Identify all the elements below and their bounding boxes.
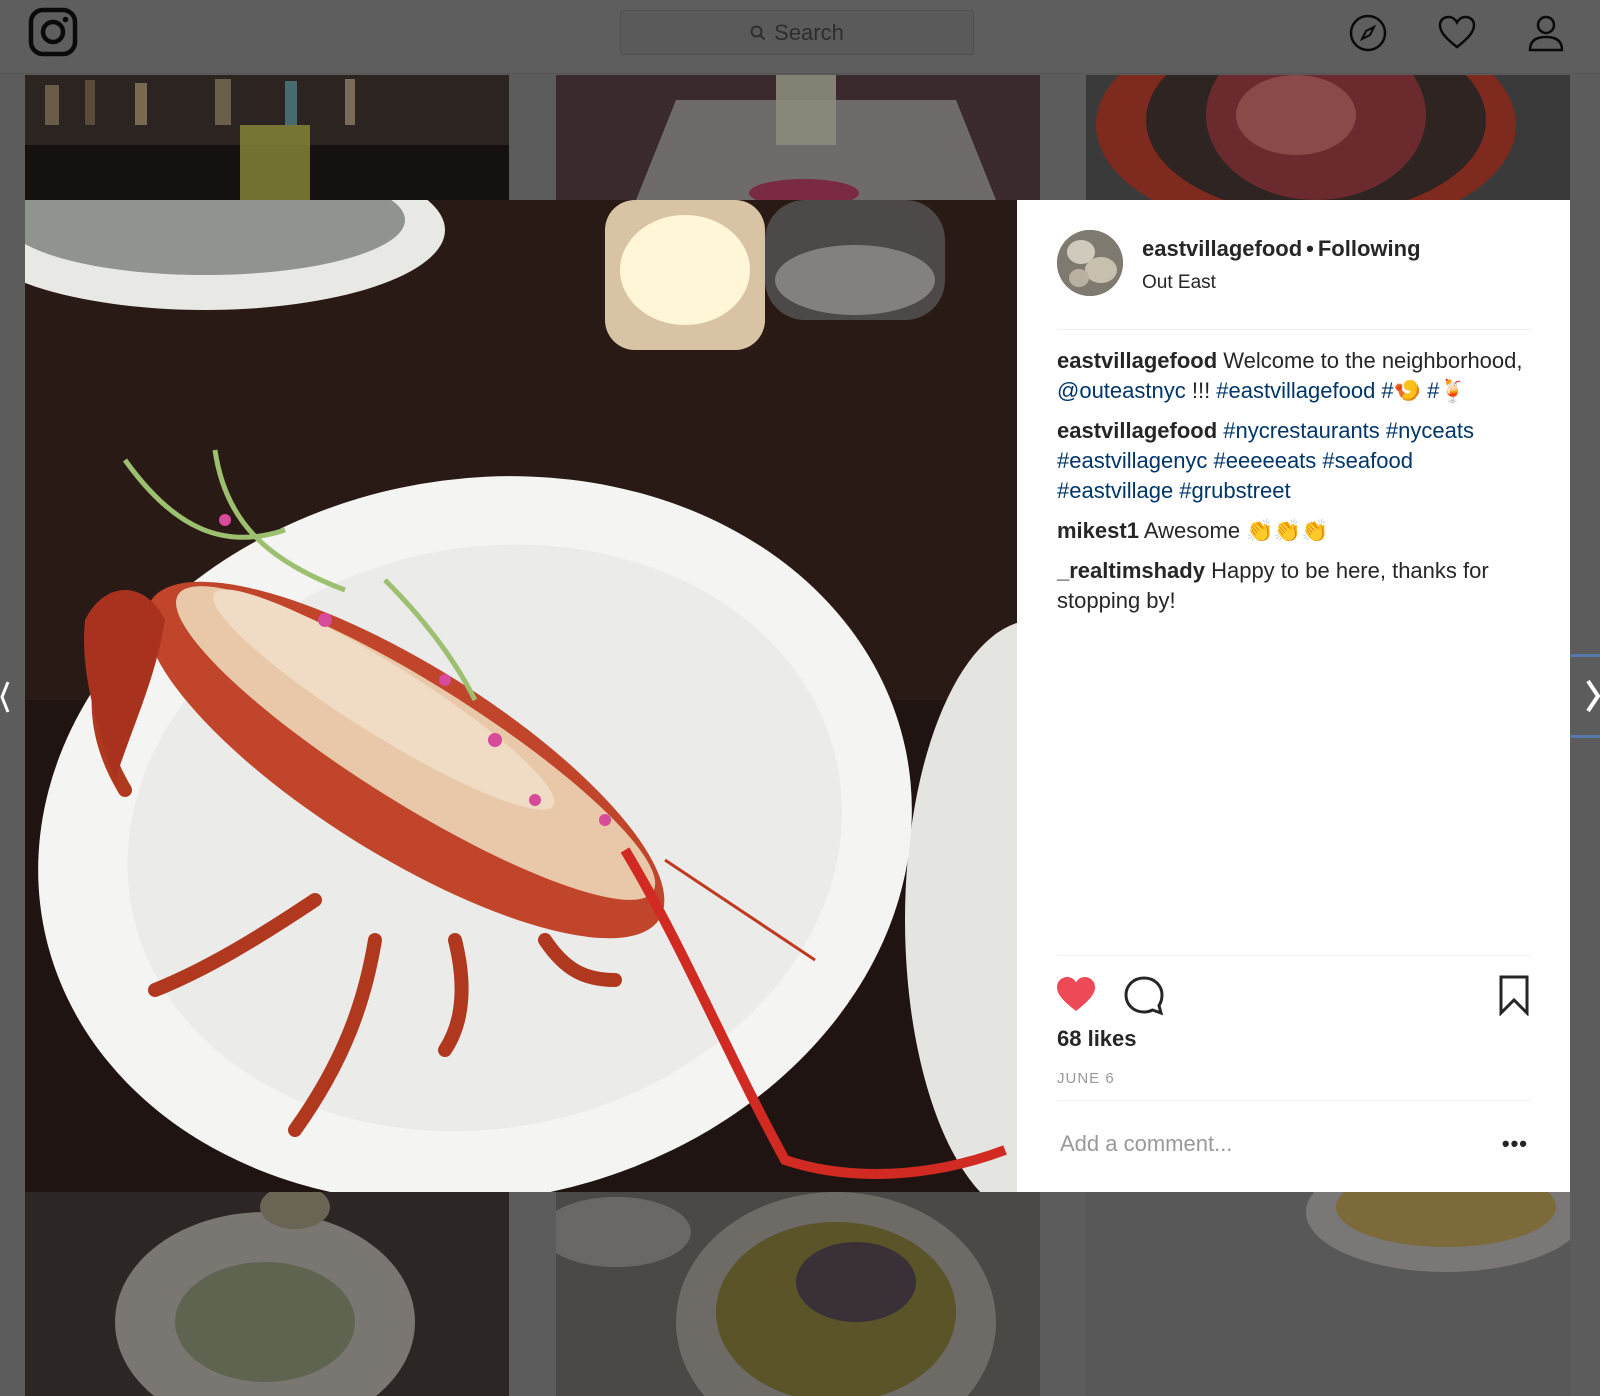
lobster-dish-photo: [25, 200, 1017, 1192]
post-author-username[interactable]: eastvillagefood: [1142, 236, 1302, 261]
magnifier-icon: [750, 25, 766, 40]
add-comment-section: •••: [1057, 1100, 1530, 1192]
header-username-line: eastvillagefood • Following: [1142, 236, 1421, 262]
add-comment-input[interactable]: [1060, 1131, 1460, 1157]
search-placeholder: Search: [774, 19, 844, 45]
comment-username[interactable]: eastvillagefood: [1057, 418, 1217, 443]
bookmark-icon[interactable]: [1493, 974, 1535, 1016]
comment-username[interactable]: _realtimshady: [1057, 558, 1205, 583]
post-date[interactable]: JUNE 6: [1057, 1070, 1115, 1087]
comment-item: mikest1 Awesome 👏👏👏: [1057, 516, 1532, 546]
grid-thumbnail-dessert[interactable]: [1086, 1192, 1570, 1396]
comment-text: !!!: [1185, 378, 1217, 403]
post-photo[interactable]: [25, 200, 1017, 1192]
person-icon[interactable]: [1525, 12, 1567, 54]
comments-list: eastvillagefood Welcome to the neighborh…: [1057, 346, 1532, 626]
previous-arrow-icon[interactable]: [0, 672, 10, 722]
grid-thumbnail-pasta[interactable]: [25, 1192, 509, 1396]
comment-link[interactable]: #eastvillagefood: [1216, 378, 1375, 403]
post-header: eastvillagefood • Following Out East: [1057, 230, 1530, 330]
search-input[interactable]: Search: [620, 10, 974, 55]
speech-bubble-icon[interactable]: [1123, 974, 1165, 1016]
grid-thumbnail-steak[interactable]: [1086, 75, 1570, 200]
comment-link[interactable]: @outeastnyc: [1057, 378, 1186, 403]
top-navigation-bar: Search: [0, 0, 1600, 74]
separator-dot: •: [1306, 236, 1314, 261]
grid-thumbnail-wine[interactable]: [556, 75, 1040, 200]
steak-photo: [1096, 75, 1516, 200]
avatar[interactable]: [1057, 230, 1123, 296]
heart-icon[interactable]: [1436, 12, 1478, 54]
comment-item: _realtimshady Happy to be here, thanks f…: [1057, 556, 1532, 616]
compass-icon[interactable]: [1347, 12, 1389, 54]
avatar-image: [1057, 230, 1123, 296]
instagram-logo-icon[interactable]: [28, 7, 78, 57]
comment-text: Welcome to the neighborhood,: [1217, 348, 1523, 373]
salad-photo: [556, 1192, 996, 1396]
dessert-photo: [1306, 1192, 1570, 1272]
heart-filled-icon[interactable]: [1055, 974, 1097, 1016]
bar-photo: [25, 75, 509, 200]
next-arrow-icon[interactable]: [1570, 654, 1600, 738]
comment-username[interactable]: mikest1: [1057, 518, 1139, 543]
grid-thumbnail-bar[interactable]: [25, 75, 509, 200]
following-button[interactable]: Following: [1318, 236, 1421, 261]
more-options-button[interactable]: •••: [1502, 1131, 1528, 1157]
pasta-photo: [25, 1192, 509, 1396]
likes-count[interactable]: 68 likes: [1057, 1026, 1137, 1052]
post-sidebar: eastvillagefood • Following Out East eastv…: [1017, 200, 1570, 1192]
post-location[interactable]: Out East: [1142, 272, 1216, 294]
wine-photo: [636, 75, 996, 200]
post-actions: 68 likes JUNE 6: [1057, 955, 1530, 1095]
grid-thumbnail-salad[interactable]: [556, 1192, 1040, 1396]
comment-username[interactable]: eastvillagefood: [1057, 348, 1217, 373]
comment-text: Awesome 👏👏👏: [1138, 518, 1329, 543]
comment-item: eastvillagefood Welcome to the neighborh…: [1057, 346, 1532, 406]
comment-item: eastvillagefood #nycrestaurants #nyceats…: [1057, 416, 1532, 506]
comment-link[interactable]: #🍤 #🍹: [1375, 378, 1466, 403]
